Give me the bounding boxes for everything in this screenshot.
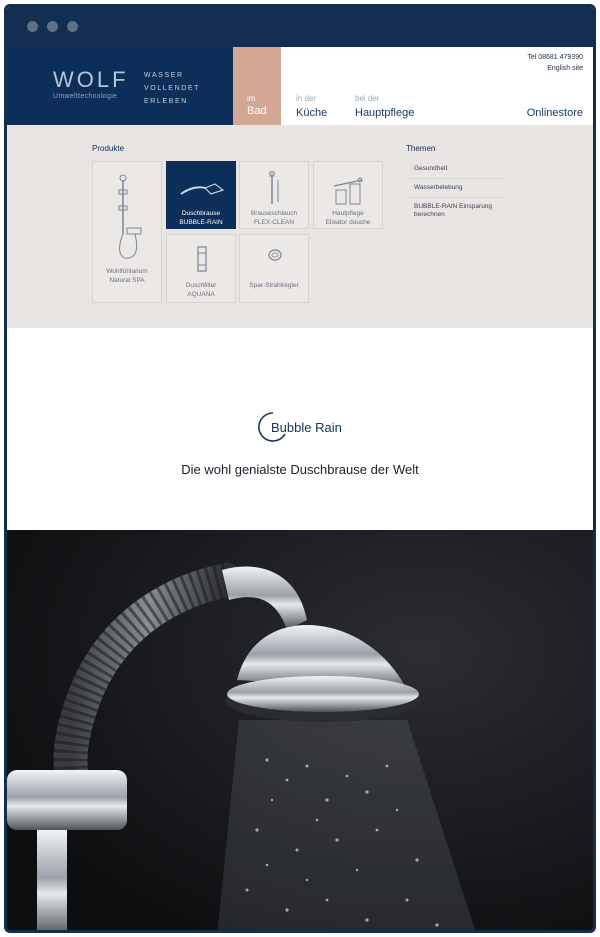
onlinestore-link[interactable]: Onlinestore [527, 107, 583, 119]
product-label: Elixator douche [325, 219, 371, 226]
nav-item-prefix: in der [296, 94, 317, 103]
nav-item-label: Küche [296, 107, 328, 119]
english-site-link[interactable]: English site [547, 65, 583, 72]
product-tile-bubble-rain[interactable]: Duschbrause BUBBLE-RAIN [166, 161, 236, 229]
product-label: Spar-Strahlregler [249, 282, 299, 289]
filter-icon [197, 246, 207, 272]
product-tile-spar-strahlregler[interactable]: Spar-Strahlregler [239, 234, 309, 303]
product-label: Duschfilter [185, 282, 217, 289]
hero-headline: Die wohl genialste Duschbrause der Welt [181, 462, 419, 477]
skin-care-icon [333, 177, 363, 205]
product-label: AQUANA [187, 291, 215, 298]
shower-head-icon [180, 183, 225, 195]
shower-head-photo [7, 530, 593, 930]
product-tile-elixator[interactable]: Hautpflege Elixator douche [313, 161, 383, 229]
window-dot-minimize[interactable] [47, 21, 58, 32]
tagline-line: VOLLENDET [144, 85, 201, 92]
product-label: Brauseschlauch [250, 210, 298, 217]
mega-menu: Produkte Themen Wohlfühlarium Natural SP… [7, 125, 593, 328]
themen-item-wasserbelebung[interactable]: Wasserbelebung [406, 179, 506, 198]
themen-item-gesundheit[interactable]: Gesundheit [406, 160, 506, 179]
browser-window: WOLF Umwelttechnologie WASSER VOLLENDET … [4, 4, 596, 933]
phone-number[interactable]: Tel 08681 479390 [527, 54, 583, 61]
browser-chrome [7, 7, 593, 47]
product-label: Wohlfühlarium [106, 268, 148, 275]
product-label: Natural SPA [109, 277, 145, 284]
nav-item-prefix: bei der [355, 94, 380, 103]
tagline-line: ERLEBEN [144, 98, 188, 105]
produkte-heading: Produkte [92, 144, 125, 153]
window-dot-maximize[interactable] [67, 21, 78, 32]
tagline-line: WASSER [144, 72, 184, 79]
nav-item-label: Bad [247, 105, 267, 117]
logo-subtitle: Umwelttechnologie [53, 93, 118, 100]
themen-item-einsparung[interactable]: BUBBLE-RAIN Einsparung berechnen [406, 198, 506, 224]
bubble-rain-wordmark: Bubble Rain [271, 420, 342, 435]
window-dot-close[interactable] [27, 21, 38, 32]
product-label: Duschbrause [181, 210, 221, 217]
nav-item-hauptpflege[interactable]: bei der Hauptpflege [355, 94, 414, 119]
site-header: WOLF Umwelttechnologie WASSER VOLLENDET … [7, 47, 593, 131]
themen-heading: Themen [406, 144, 436, 153]
shower-illustration [7, 530, 593, 930]
nav-item-prefix: im [247, 94, 256, 103]
nav-item-kueche[interactable]: in der Küche [296, 94, 327, 119]
brand-tagline: WASSER VOLLENDET ERLEBEN [144, 69, 200, 108]
product-tile-natural-spa[interactable]: Wohlfühlarium Natural SPA [92, 161, 162, 303]
product-tile-flex-clean[interactable]: Brauseschlauch FLEX-CLEAN [239, 161, 309, 229]
nav-item-bad[interactable]: im Bad [233, 47, 281, 131]
hose-icon [269, 171, 279, 204]
logo-wordmark[interactable]: WOLF [53, 67, 129, 93]
product-label: BUBBLE-RAIN [179, 219, 223, 226]
themen-list: Gesundheit Wasserbelebung BUBBLE-RAIN Ei… [406, 160, 506, 224]
product-label: FLEX-CLEAN [253, 219, 295, 226]
shower-rail-icon [118, 174, 142, 259]
product-tile-aquana[interactable]: Duschfilter AQUANA [166, 234, 236, 303]
hero-section: Bubble Rain Die wohl genialste Duschbrau… [7, 328, 593, 530]
product-label: Hautpflege [332, 210, 364, 217]
nav-item-label: Hauptpflege [355, 107, 415, 119]
brand-block[interactable]: WOLF Umwelttechnologie WASSER VOLLENDET … [7, 47, 233, 125]
aerator-icon [268, 249, 282, 261]
